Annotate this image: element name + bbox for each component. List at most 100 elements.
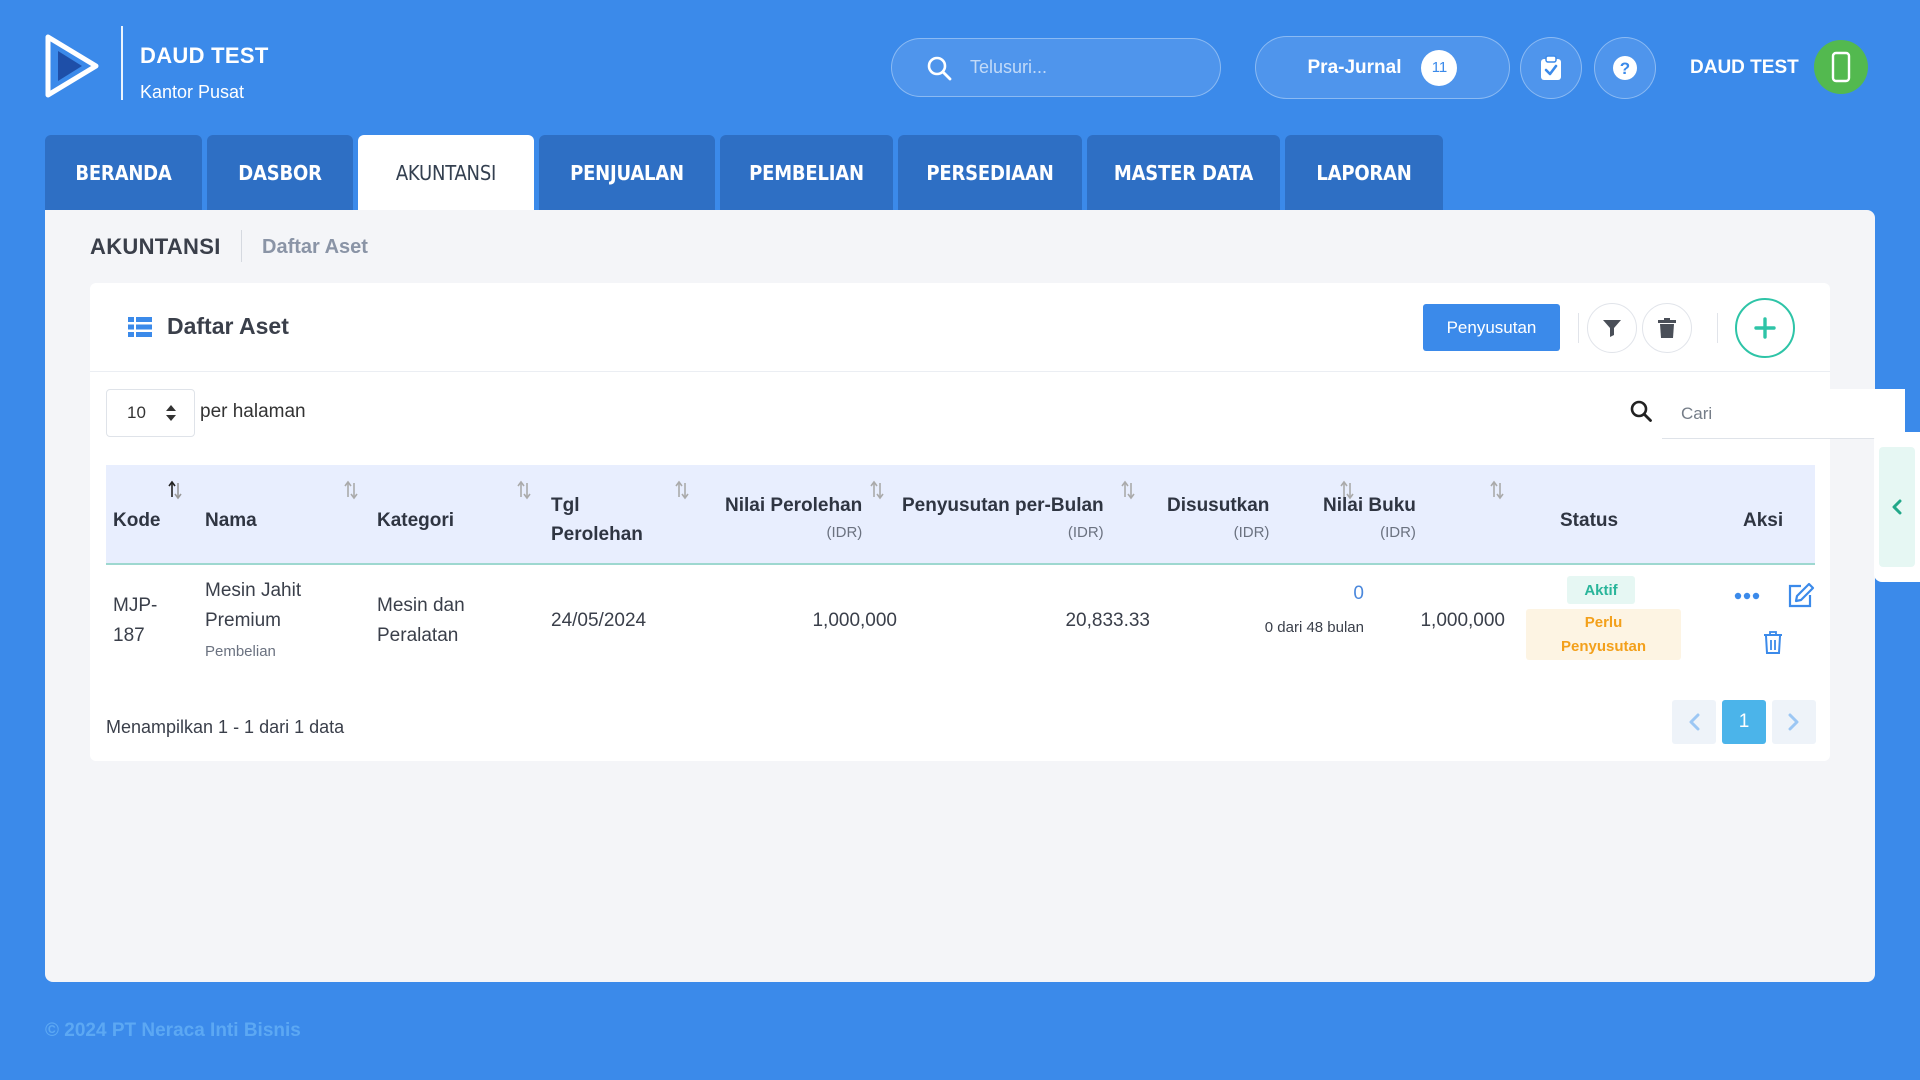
card-header: Daftar Aset Penyusutan: [90, 283, 1830, 372]
penyusutan-button[interactable]: Penyusutan: [1423, 304, 1560, 351]
add-asset-button[interactable]: [1735, 298, 1795, 358]
trash-icon[interactable]: [1763, 631, 1783, 655]
company-name: DAUD TEST: [140, 43, 269, 68]
global-search[interactable]: [891, 38, 1221, 97]
more-options-icon[interactable]: [1734, 591, 1760, 601]
toolbar-divider: [1717, 313, 1718, 343]
pagination-summary: Menampilkan 1 - 1 dari 1 data: [106, 717, 345, 737]
sort-asc-icon[interactable]: [168, 480, 182, 500]
col-nilai-buku-label: Nilai Buku: [1323, 495, 1416, 516]
sort-icon[interactable]: [1121, 480, 1135, 500]
plus-icon: [1754, 317, 1776, 339]
nama-line2: Premium: [205, 610, 282, 631]
pra-jurnal-count-badge: 11: [1421, 49, 1458, 86]
tab-penjualan[interactable]: PENJUALAN: [539, 135, 715, 210]
copyright-text: © 2024 PT Neraca Inti Bisnis: [45, 1020, 301, 1041]
tab-laporan[interactable]: LAPORAN: [1285, 135, 1443, 210]
col-kategori[interactable]: Kategori: [377, 506, 454, 535]
col-penyusutan-label: Penyusutan per-Bulan: [902, 495, 1104, 516]
branch-name: Kantor Pusat: [140, 82, 245, 102]
asset-list-card: Daftar Aset Penyusutan 10 per halaman Ca…: [90, 283, 1905, 761]
col-nilai-buku[interactable]: Nilai Buku (IDR): [1323, 491, 1416, 542]
search-icon: [927, 56, 952, 80]
kategori-line2: Peralatan: [377, 625, 459, 646]
perlu-line2: Penyusutan: [1560, 637, 1647, 655]
per-page-value: 10: [127, 403, 146, 422]
sort-icon[interactable]: [1490, 480, 1504, 500]
col-tgl-perolehan[interactable]: Tgl Perolehan: [551, 491, 643, 549]
col-tgl-line2: Perolehan: [551, 524, 643, 545]
tab-dasbor[interactable]: DASBOR: [207, 135, 353, 210]
per-page-select[interactable]: 10: [106, 389, 195, 437]
user-avatar[interactable]: [1814, 40, 1868, 94]
cell-nilai-perolehan: 1,000,000: [812, 610, 897, 631]
tab-persediaan[interactable]: PERSEDIAAN: [898, 135, 1082, 210]
col-status: Status: [1560, 510, 1619, 531]
kode-line1: MJP-: [113, 595, 158, 616]
col-nilai-perolehan[interactable]: Nilai Perolehan (IDR): [725, 491, 862, 542]
app-logo-icon[interactable]: [44, 33, 100, 99]
tab-beranda[interactable]: BERANDA: [45, 135, 202, 210]
chevron-right-icon: [1788, 713, 1799, 731]
pagination-next-button[interactable]: [1772, 700, 1816, 744]
breadcrumb-divider: [241, 230, 242, 262]
side-drawer-toggle[interactable]: [1874, 432, 1920, 582]
brand-divider: [121, 26, 123, 100]
col-aksi: Aksi: [1743, 510, 1784, 531]
col-nama[interactable]: Nama: [205, 506, 257, 535]
tasks-button[interactable]: [1520, 37, 1582, 99]
nama-line1: Mesin Jahit: [205, 580, 302, 601]
svg-text:?: ?: [1620, 59, 1630, 78]
chevron-left-icon: [1892, 499, 1902, 515]
global-search-input[interactable]: [970, 57, 1190, 78]
help-button[interactable]: ?: [1594, 37, 1656, 99]
list-icon: [128, 317, 152, 337]
status-badge-perlu-penyusutan: Perlu Penyusutan: [1526, 609, 1681, 660]
col-tgl-line1: Tgl: [551, 495, 580, 516]
col-kode[interactable]: Kode: [113, 506, 161, 535]
nama-source: Pembelian: [205, 643, 276, 660]
chevron-left-icon: [1689, 713, 1700, 731]
col-unit: (IDR): [1380, 524, 1416, 541]
col-disusutkan-label: Disusutkan: [1167, 495, 1270, 516]
cell-kategori: Mesin dan Peralatan: [377, 591, 465, 651]
tab-master-data[interactable]: MASTER DATA: [1087, 135, 1280, 210]
col-unit: (IDR): [1067, 524, 1104, 541]
pagination-page-1[interactable]: 1: [1722, 700, 1766, 744]
pra-jurnal-label: Pra-Jurnal: [1307, 56, 1402, 78]
edit-icon[interactable]: [1787, 582, 1815, 608]
delete-bulk-button[interactable]: [1642, 303, 1692, 353]
user-name[interactable]: DAUD TEST: [1690, 57, 1799, 79]
status-badge-aktif: Aktif: [1567, 576, 1635, 604]
cell-penyusutan: 20,833.33: [1065, 610, 1150, 631]
disusutkan-progress: 0 dari 48 bulan: [1264, 619, 1364, 636]
sort-icon[interactable]: [344, 480, 358, 500]
trash-icon: [1658, 318, 1676, 338]
sort-icon[interactable]: [517, 480, 531, 500]
kategori-line1: Mesin dan: [377, 595, 465, 616]
tab-akuntansi[interactable]: AKUNTANSI: [358, 135, 534, 210]
breadcrumb-section: AKUNTANSI: [90, 234, 221, 259]
kode-line2: 187: [113, 625, 145, 646]
per-page-label: per halaman: [200, 401, 306, 422]
col-unit: (IDR): [1233, 524, 1270, 541]
pagination-prev-button[interactable]: [1672, 700, 1716, 744]
toolbar-divider: [1578, 313, 1579, 343]
pra-jurnal-button[interactable]: Pra-Jurnal 11: [1255, 36, 1510, 99]
col-unit: (IDR): [826, 524, 863, 541]
filter-button[interactable]: [1587, 303, 1637, 353]
col-nilai-perolehan-label: Nilai Perolehan: [725, 495, 863, 516]
search-icon: [1630, 400, 1652, 422]
col-disusutkan[interactable]: Disusutkan (IDR): [1167, 491, 1269, 542]
sort-icon[interactable]: [675, 480, 689, 500]
perlu-line1: Perlu: [1584, 613, 1623, 631]
col-penyusutan[interactable]: Penyusutan per-Bulan (IDR): [902, 491, 1104, 542]
cell-tgl-perolehan: 24/05/2024: [551, 610, 647, 631]
table-search-input[interactable]: [1662, 389, 1905, 439]
breadcrumb-page: Daftar Aset: [262, 236, 368, 258]
main-panel: AKUNTANSI Daftar Aset Daftar Aset Penyus…: [45, 210, 1905, 982]
cell-nilai-buku: 1,000,000: [1420, 610, 1505, 631]
tab-pembelian[interactable]: PEMBELIAN: [720, 135, 893, 210]
sort-icon[interactable]: [870, 480, 884, 500]
cell-disusutkan[interactable]: 0: [1190, 579, 1364, 609]
